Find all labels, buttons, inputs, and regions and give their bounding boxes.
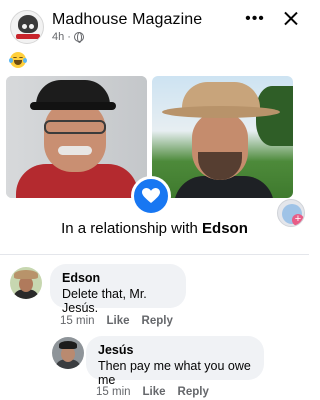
chat-head-avatar[interactable]: + (277, 199, 305, 227)
cap-brim (30, 102, 116, 110)
reply-button[interactable]: Reply (178, 386, 209, 398)
divider (0, 254, 309, 255)
comment-time[interactable]: 15 min (60, 315, 95, 327)
globe-icon (73, 32, 84, 43)
avatar-cap (59, 341, 77, 349)
comment-time[interactable]: 15 min (96, 386, 131, 398)
reply-button[interactable]: Reply (142, 315, 173, 327)
photo-older-man (6, 76, 147, 198)
emoji-eye-left (13, 57, 17, 59)
glasses (44, 120, 106, 134)
page-avatar[interactable] (10, 10, 44, 44)
plus-icon: + (292, 214, 304, 226)
comment-actions: 15 min Like Reply (96, 386, 209, 398)
photo-young-man (152, 76, 293, 198)
hat-brim (162, 106, 280, 118)
separator-dot: · (67, 31, 71, 43)
avatar[interactable] (10, 267, 42, 299)
comment-bubble: Jesús Then pay me what you owe me (86, 336, 264, 387)
emoji-tear-left (9, 58, 13, 63)
post-image[interactable]: In a relationship with Edson (0, 72, 309, 250)
face (44, 100, 106, 172)
logo-band (16, 34, 40, 39)
skull-eye-right (29, 24, 34, 29)
skull-eye-left (22, 24, 27, 29)
emoji-tear-right (23, 58, 27, 63)
relationship-status: In a relationship with Edson (0, 220, 309, 237)
comment-text: Then pay me what you owe me (98, 359, 251, 387)
heart-shape (142, 188, 160, 203)
avatar[interactable] (52, 337, 84, 369)
like-button[interactable]: Like (143, 386, 166, 398)
more-icon[interactable]: ••• (244, 10, 266, 30)
post-header: Madhouse Magazine 4h · ••• (0, 0, 309, 48)
emoji-mouth (14, 60, 22, 65)
avatar-hat (14, 270, 38, 279)
skull-logo-icon (18, 15, 38, 33)
mustache (58, 146, 92, 155)
post-time[interactable]: 4h (52, 31, 64, 43)
comment-actions: 15 min Like Reply (60, 315, 173, 327)
laughing-emoji-icon (9, 52, 27, 68)
like-button[interactable]: Like (107, 315, 130, 327)
comment-text: Delete that, Mr. Jesús. (62, 287, 147, 315)
post-meta: 4h · (52, 31, 84, 43)
relationship-name: Edson (202, 220, 248, 237)
comment-bubble: Edson Delete that, Mr. Jesús. (50, 264, 186, 315)
comment-author[interactable]: Edson (62, 271, 174, 285)
comment-author[interactable]: Jesús (98, 343, 252, 357)
page-name[interactable]: Madhouse Magazine (52, 11, 202, 29)
close-icon[interactable] (281, 9, 301, 29)
heart-icon (131, 176, 171, 216)
relationship-prefix: In a relationship with (61, 220, 198, 237)
